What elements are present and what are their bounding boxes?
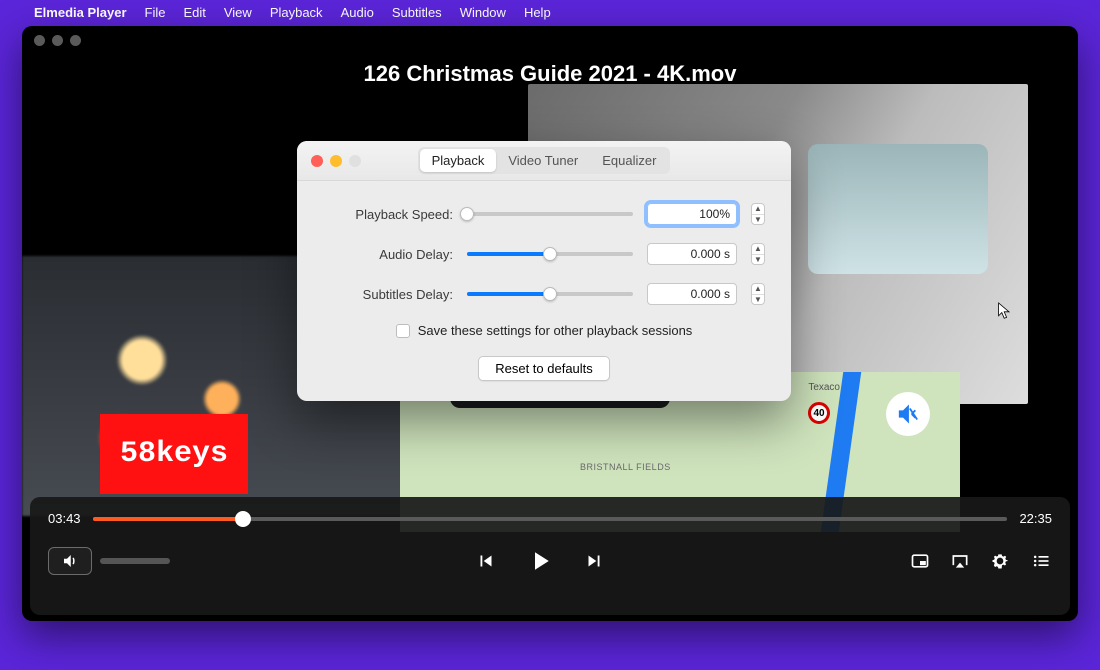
playback-controls: 03:43 22:35 [30, 497, 1070, 615]
audio-delay-slider[interactable] [467, 247, 633, 261]
menu-file[interactable]: File [145, 5, 166, 20]
previous-button[interactable] [475, 550, 497, 572]
popover-minimize-icon[interactable] [330, 155, 342, 167]
airplay-icon [950, 551, 970, 571]
menu-playback[interactable]: Playback [270, 5, 323, 20]
menu-edit[interactable]: Edit [183, 5, 205, 20]
volume-icon [61, 552, 79, 570]
volume-slider[interactable] [100, 558, 170, 564]
tab-equalizer[interactable]: Equalizer [590, 149, 668, 172]
menu-view[interactable]: View [224, 5, 252, 20]
audio-delay-label: Audio Delay: [323, 247, 453, 262]
chevron-up-icon[interactable]: ▲ [752, 204, 764, 215]
playback-speed-slider[interactable] [467, 207, 633, 221]
gear-icon [990, 551, 1010, 571]
play-icon [525, 546, 555, 576]
tab-video-tuner[interactable]: Video Tuner [496, 149, 590, 172]
popover-titlebar[interactable]: Playback Video Tuner Equalizer [297, 141, 791, 181]
settings-tabs: Playback Video Tuner Equalizer [418, 147, 671, 174]
subtitles-delay-label: Subtitles Delay: [323, 287, 453, 302]
chevron-up-icon[interactable]: ▲ [752, 284, 764, 295]
macos-menubar: Elmedia Player File Edit View Playback A… [0, 0, 1100, 24]
time-elapsed: 03:43 [48, 511, 81, 526]
tab-playback[interactable]: Playback [420, 149, 497, 172]
mouse-cursor-icon [997, 301, 1013, 321]
seek-thumb[interactable] [235, 511, 251, 527]
skip-previous-icon [475, 550, 497, 572]
chevron-down-icon[interactable]: ▼ [752, 215, 764, 225]
app-menu[interactable]: Elmedia Player [34, 5, 127, 20]
popover-zoom-icon [349, 155, 361, 167]
airplay-button[interactable] [950, 551, 970, 571]
map-area-label: BRISTNALL FIELDS [580, 462, 671, 472]
chevron-down-icon[interactable]: ▼ [752, 255, 764, 265]
menu-help[interactable]: Help [524, 5, 551, 20]
seek-slider[interactable] [93, 517, 1008, 521]
chevron-up-icon[interactable]: ▲ [752, 244, 764, 255]
audio-delay-field[interactable]: 0.000 s [647, 243, 737, 265]
video-title: 126 Christmas Guide 2021 - 4K.mov [22, 61, 1078, 87]
chevron-down-icon[interactable]: ▼ [752, 295, 764, 305]
video-overlay-badge: 58keys [100, 414, 248, 494]
reset-defaults-button[interactable]: Reset to defaults [478, 356, 610, 381]
menu-subtitles[interactable]: Subtitles [392, 5, 442, 20]
popover-close-icon[interactable] [311, 155, 323, 167]
audio-delay-stepper[interactable]: ▲▼ [751, 243, 765, 265]
play-button[interactable] [525, 546, 555, 576]
menu-audio[interactable]: Audio [341, 5, 374, 20]
time-total: 22:35 [1019, 511, 1052, 526]
playback-speed-stepper[interactable]: ▲▼ [751, 203, 765, 225]
next-button[interactable] [583, 550, 605, 572]
menu-window[interactable]: Window [460, 5, 506, 20]
playback-speed-field[interactable]: 100% [647, 203, 737, 225]
pip-button[interactable] [910, 551, 930, 571]
playback-speed-label: Playback Speed: [323, 207, 453, 222]
speed-limit-sign: 40 [808, 402, 830, 424]
nav-mute-icon [886, 392, 930, 436]
player-window: 58keys Broadway Texaco 40 BRISTNALL FIEL… [22, 26, 1078, 621]
subtitles-delay-stepper[interactable]: ▲▼ [751, 283, 765, 305]
playlist-icon [1030, 551, 1052, 571]
subtitles-delay-slider[interactable] [467, 287, 633, 301]
playlist-button[interactable] [1030, 551, 1052, 571]
skip-next-icon [583, 550, 605, 572]
subtitles-delay-field[interactable]: 0.000 s [647, 283, 737, 305]
volume-button[interactable] [48, 547, 92, 575]
save-settings-label: Save these settings for other playback s… [418, 323, 693, 338]
settings-button[interactable] [990, 551, 1010, 571]
pip-icon [910, 551, 930, 571]
save-settings-checkbox[interactable] [396, 324, 410, 338]
map-poi-label: Texaco [808, 382, 840, 393]
playback-settings-popover: Playback Video Tuner Equalizer Playback … [297, 141, 791, 401]
